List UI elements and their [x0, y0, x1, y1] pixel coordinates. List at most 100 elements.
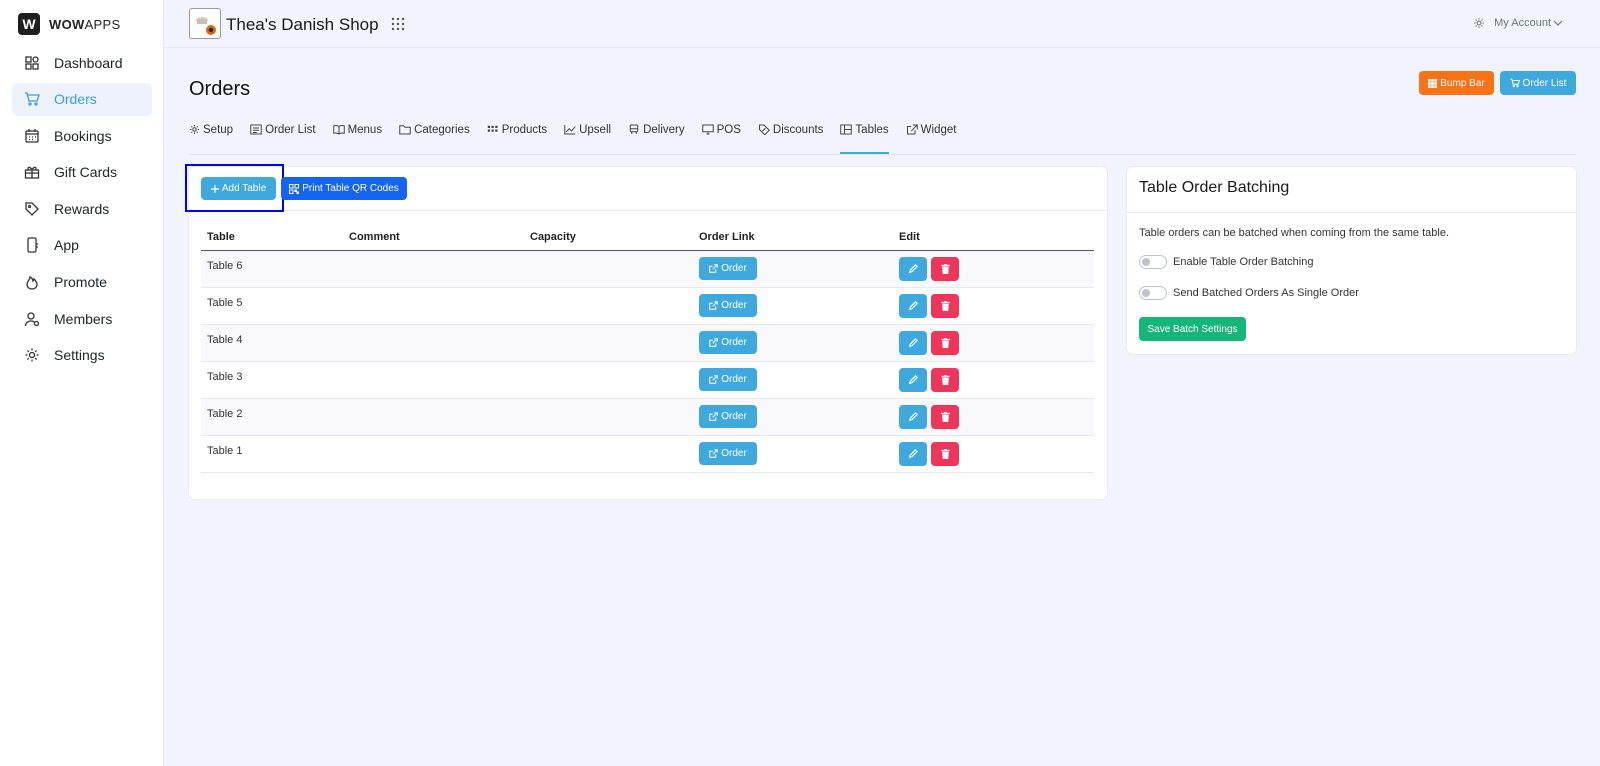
edit-cell [893, 324, 1094, 362]
sidebar-item-app[interactable]: App [12, 229, 152, 262]
add-table-label: Add Table [221, 183, 267, 194]
monitor-icon [701, 124, 714, 135]
comment-cell [343, 361, 524, 399]
order-link-button[interactable]: Order [699, 368, 757, 391]
order-list-button[interactable]: Order List [1500, 71, 1576, 95]
tag-icon [25, 202, 39, 216]
single-order-row: Send Batched Orders As Single Order [1139, 286, 1359, 300]
sidebar-item-gift-cards[interactable]: Gift Cards [12, 156, 152, 189]
sidebar-item-settings[interactable]: Settings [12, 339, 152, 372]
page-title: Orders [189, 78, 251, 100]
tab-tables[interactable]: Tables [840, 118, 889, 154]
apps-grid-icon[interactable] [390, 16, 406, 32]
edit-table-button[interactable] [899, 441, 927, 466]
capacity-cell [524, 250, 693, 288]
order-link-button[interactable]: Order [699, 442, 757, 465]
sidebar-item-rewards[interactable]: Rewards [12, 192, 152, 225]
sidebar-item-dashboard[interactable]: Dashboard [12, 46, 152, 79]
comment-cell [343, 398, 524, 436]
grid-icon [487, 125, 498, 132]
tab-upsell[interactable]: Upsell [564, 118, 611, 154]
bump-bar-label: Bump Bar [1440, 77, 1485, 89]
tab-categories[interactable]: Categories [399, 118, 470, 154]
delete-table-button[interactable] [931, 293, 960, 318]
tab-label: Categories [414, 124, 470, 136]
account-label: My Account [1494, 17, 1551, 29]
dashboard-icon [25, 55, 39, 70]
order-link-button[interactable]: Order [699, 294, 757, 317]
save-batch-settings-button[interactable]: Save Batch Settings [1139, 317, 1246, 341]
delete-table-button[interactable] [931, 441, 960, 466]
tab-menus[interactable]: Menus [332, 118, 382, 154]
gear-icon [190, 125, 199, 134]
order-link-cell: Order [693, 250, 893, 288]
order-link-button[interactable]: Order [699, 331, 757, 354]
tab-pos[interactable]: POS [701, 118, 741, 154]
chevron-down-icon [1553, 20, 1563, 26]
edit-table-button[interactable] [899, 256, 927, 281]
enable-batching-label: Enable Table Order Batching [1173, 256, 1314, 268]
delete-table-button[interactable] [931, 330, 960, 355]
tabs-divider [189, 154, 1576, 155]
tab-discounts[interactable]: Discounts [758, 118, 823, 154]
enable-batching-toggle[interactable] [1139, 255, 1167, 269]
shop-logo[interactable] [189, 8, 221, 39]
table-row: Table 4 Order [201, 324, 1094, 362]
add-table-button[interactable]: Add Table [201, 177, 276, 200]
table-name-cell: Table 1 [201, 435, 343, 473]
truck-icon [629, 124, 639, 134]
sidebar-item-members[interactable]: Members [12, 302, 152, 335]
trash-icon [940, 337, 950, 348]
order-label: Order [721, 374, 747, 385]
sidebar-item-orders[interactable]: Orders [12, 82, 152, 116]
edit-table-button[interactable] [899, 367, 927, 392]
order-link-cell: Order [693, 435, 893, 473]
sidebar-item-label: Dashboard [54, 54, 123, 71]
edit-cell [893, 361, 1094, 399]
pencil-icon [908, 374, 918, 384]
order-label: Order [721, 337, 747, 348]
edit-table-button[interactable] [899, 330, 927, 355]
tab-delivery[interactable]: Delivery [628, 118, 685, 154]
tab-setup[interactable]: Setup [189, 118, 233, 154]
qr-code-icon [289, 183, 300, 194]
edit-table-button[interactable] [899, 293, 927, 318]
edit-table-button[interactable] [899, 404, 927, 429]
batching-divider [1127, 212, 1576, 213]
list-icon [250, 124, 262, 135]
sidebar-item-promote[interactable]: Promote [12, 266, 152, 299]
edit-cell [893, 250, 1094, 288]
capacity-cell [524, 361, 693, 399]
order-link-button[interactable]: Order [699, 405, 757, 428]
column-header: Comment [343, 224, 524, 251]
brand-logo[interactable]: W WOWAPPS [18, 13, 120, 35]
tab-widget[interactable]: Widget [906, 118, 956, 154]
tab-products[interactable]: Products [487, 118, 547, 154]
calendar-icon [25, 128, 39, 143]
order-link-button[interactable]: Order [699, 257, 757, 280]
sidebar-item-label: Promote [54, 274, 107, 291]
external-link-icon [709, 301, 718, 310]
my-account-menu[interactable]: My Account [1473, 17, 1572, 29]
gift-icon [24, 166, 40, 179]
sidebar-item-label: Bookings [54, 127, 112, 144]
logo-mark: W [18, 13, 40, 35]
table-name-cell: Table 5 [201, 287, 343, 325]
bump-bar-button[interactable]: Bump Bar [1419, 71, 1494, 95]
edit-cell [893, 287, 1094, 325]
external-link-icon [709, 375, 718, 384]
tab-order-list[interactable]: Order List [250, 118, 316, 154]
print-qr-codes-button[interactable]: Print Table QR Codes [281, 177, 407, 200]
single-order-toggle[interactable] [1139, 286, 1167, 300]
order-label: Order [721, 411, 747, 422]
sidebar-item-label: Orders [54, 91, 97, 108]
order-label: Order [721, 263, 747, 274]
delete-table-button[interactable] [931, 367, 960, 392]
delete-table-button[interactable] [931, 256, 960, 281]
delete-table-button[interactable] [931, 404, 960, 429]
order-link-cell: Order [693, 324, 893, 362]
cart-icon [25, 92, 40, 106]
single-order-label: Send Batched Orders As Single Order [1173, 287, 1359, 299]
sidebar-item-label: Members [54, 310, 113, 327]
sidebar-item-bookings[interactable]: Bookings [12, 119, 152, 152]
